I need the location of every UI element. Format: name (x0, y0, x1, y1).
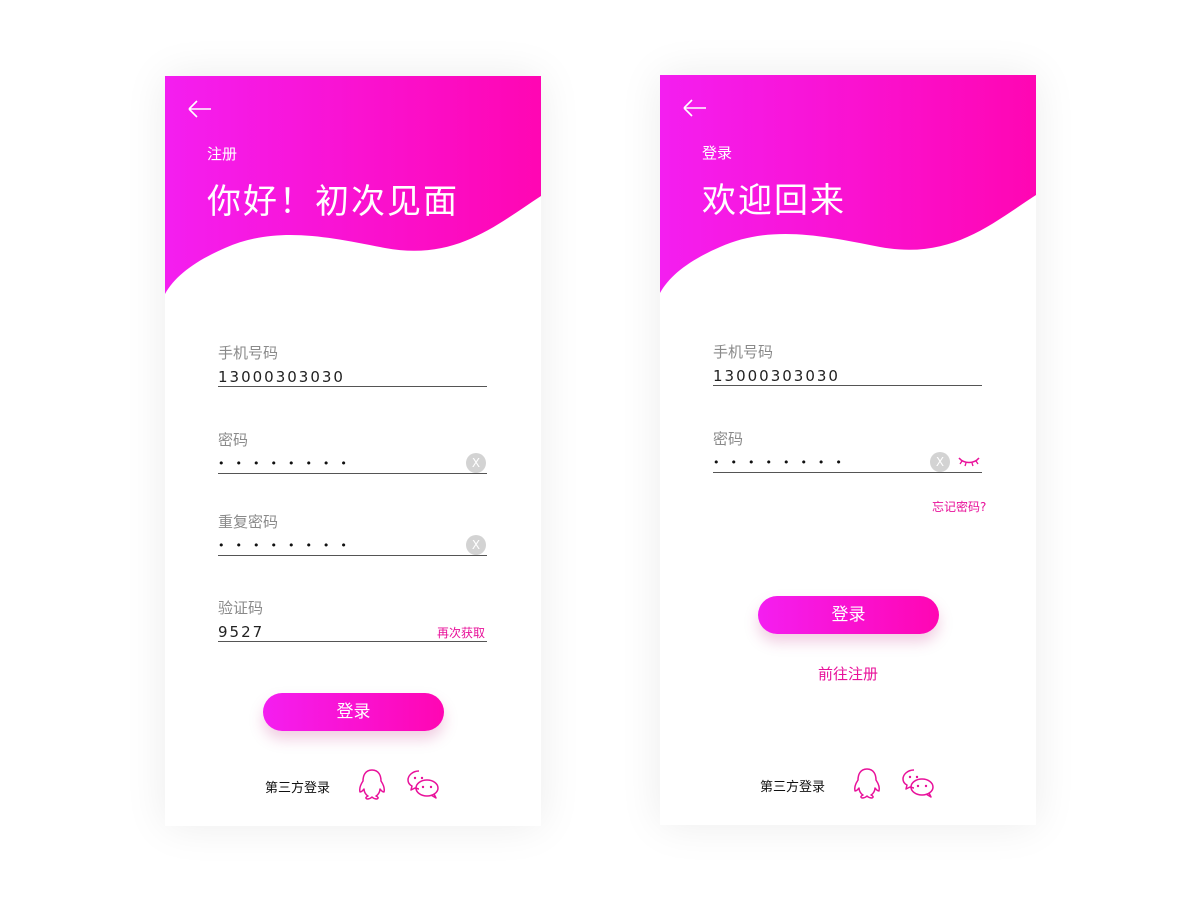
arrow-left-icon[interactable] (680, 97, 710, 119)
field-underline (218, 555, 487, 556)
phone-field: 手机号码 13000303030 (218, 342, 487, 392)
password-input[interactable]: •••••••• (713, 456, 853, 469)
repeat-password-field: 重复密码 •••••••• X (218, 511, 487, 561)
wechat-icon[interactable] (406, 768, 440, 800)
phone-input[interactable]: 13000303030 (713, 367, 943, 385)
phone-label: 手机号码 (713, 343, 774, 361)
wechat-icon[interactable] (901, 767, 935, 799)
clear-icon[interactable]: X (930, 452, 950, 472)
password-input[interactable]: •••••••• (218, 457, 358, 470)
field-underline (218, 386, 487, 387)
password-field: 密码 •••••••• X (218, 429, 487, 479)
verification-code-label: 验证码 (218, 599, 264, 617)
repeat-password-input[interactable]: •••••••• (218, 539, 358, 552)
page-title: 你好！初次见面 (207, 182, 459, 222)
forgot-password-link[interactable]: 忘记密码? (932, 498, 986, 515)
resend-code-link[interactable]: 再次获取 (437, 624, 485, 641)
qq-penguin-icon[interactable] (850, 767, 884, 799)
clear-icon[interactable]: X (466, 535, 486, 555)
field-underline (713, 385, 982, 386)
password-label: 密码 (218, 431, 249, 449)
field-underline (218, 641, 487, 642)
eye-closed-icon[interactable] (957, 453, 981, 469)
phone-input[interactable]: 13000303030 (218, 368, 448, 386)
clear-icon[interactable]: X (466, 453, 486, 473)
arrow-left-icon[interactable] (185, 98, 215, 120)
phone-field: 手机号码 13000303030 (713, 341, 982, 391)
login-button[interactable]: 登录 (263, 693, 444, 731)
third-party-login-label: 第三方登录 (265, 781, 331, 796)
third-party-login-label: 第三方登录 (760, 780, 826, 795)
login-button[interactable]: 登录 (758, 596, 939, 634)
page-title: 欢迎回来 (702, 181, 846, 221)
verification-code-input[interactable]: 9527 (218, 623, 448, 641)
go-register-link[interactable]: 前往注册 (660, 663, 1036, 684)
register-card: 注册 你好！初次见面 手机号码 13000303030 密码 •••••••• … (165, 76, 541, 826)
page-subtitle: 登录 (702, 144, 733, 162)
field-underline (218, 473, 487, 474)
verification-code-field: 验证码 9527 再次获取 (218, 597, 487, 647)
password-field: 密码 •••••••• X (713, 428, 982, 478)
repeat-password-label: 重复密码 (218, 513, 279, 531)
qq-penguin-icon[interactable] (355, 768, 389, 800)
login-card: 登录 欢迎回来 手机号码 13000303030 密码 •••••••• X 忘… (660, 75, 1036, 825)
password-label: 密码 (713, 430, 744, 448)
field-underline (713, 472, 982, 473)
page-subtitle: 注册 (207, 145, 238, 163)
phone-label: 手机号码 (218, 344, 279, 362)
